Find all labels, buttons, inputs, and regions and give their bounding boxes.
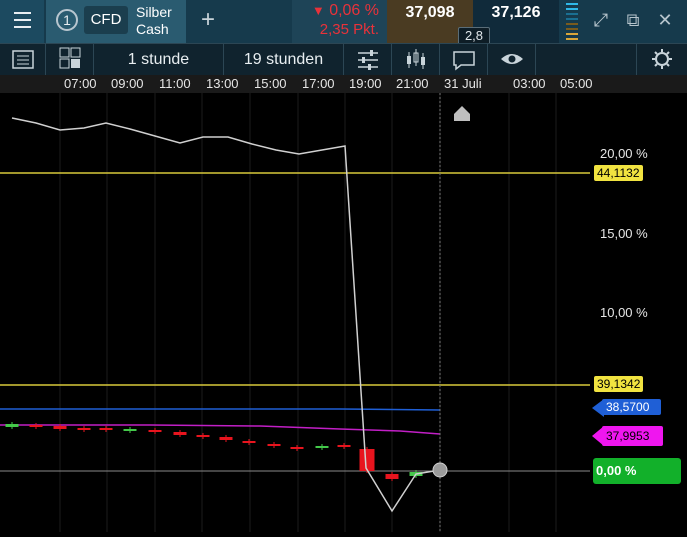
settings-sliders-button[interactable] <box>344 44 392 75</box>
hamburger-icon <box>14 12 31 33</box>
down-triangle-icon: ▼ <box>311 3 325 18</box>
y-tick-label: 20,00 % <box>600 146 648 161</box>
popout-icon[interactable]: ⧉ <box>622 10 644 31</box>
list-icon <box>12 50 34 69</box>
eye-icon <box>501 54 523 64</box>
chart-settings-button[interactable] <box>636 44 687 75</box>
x-tick-label: 03:00 <box>513 76 546 91</box>
instrument-name-sub: Cash <box>136 21 169 37</box>
market-depth-indicator <box>564 0 578 43</box>
chart-canvas[interactable] <box>0 93 687 532</box>
price-change: ▼ 0,06 % 2,35 Pkt. <box>292 0 387 43</box>
current-value-tag: 0,00 % <box>593 458 681 484</box>
time-axis: 07:00 09:00 11:00 13:00 15:00 17:00 19:00 21:00… <box>0 75 687 93</box>
change-percent: 0,06 % <box>329 2 379 19</box>
x-tick-label: 21:00 <box>396 76 429 91</box>
crosshair-marker-icon[interactable] <box>454 106 470 121</box>
magenta-line-tag: 37,9953 <box>602 426 663 446</box>
x-tick-label: 31 Juli <box>444 76 482 91</box>
plus-icon: + <box>200 6 215 33</box>
x-tick-label: 11:00 <box>159 76 191 91</box>
menu-button[interactable] <box>0 0 44 43</box>
current-point-marker[interactable] <box>432 462 448 478</box>
instrument-number-badge: 1 <box>56 9 78 31</box>
blue-tag-arrow <box>592 399 604 417</box>
blue-indicator-line <box>0 408 441 411</box>
layout-button[interactable] <box>46 44 94 75</box>
x-tick-label: 19:00 <box>349 76 382 91</box>
lower-level-tag: 39,1342 <box>594 376 644 392</box>
gear-icon <box>652 49 672 69</box>
price-chart[interactable]: 20,00 % 15,00 % 10,00 % 44,1132 39,1342 … <box>0 93 687 532</box>
instrument-type-badge: CFD <box>84 6 128 34</box>
x-tick-label: 17:00 <box>302 76 335 91</box>
list-button[interactable] <box>0 44 46 75</box>
close-icon[interactable]: ✕ <box>654 10 676 31</box>
change-points: 2,35 Pkt. <box>319 21 379 38</box>
chart-type-button[interactable] <box>392 44 440 75</box>
view-button[interactable] <box>488 44 536 75</box>
upper-level-tag: 44,1132 <box>594 165 643 181</box>
chart-toolbar: 1 stunde 19 stunden <box>0 43 687 76</box>
performance-line <box>11 117 441 513</box>
layout-grid-icon <box>59 47 81 69</box>
instrument-name: Silber <box>136 4 172 20</box>
x-tick-label: 15:00 <box>254 76 287 91</box>
candlestick-icon <box>407 49 425 69</box>
x-tick-label: 13:00 <box>206 76 239 91</box>
x-tick-label: 09:00 <box>111 76 144 91</box>
maximize-icon[interactable]: ⤢ <box>590 10 612 31</box>
comment-button[interactable] <box>440 44 488 75</box>
sliders-icon <box>358 50 378 70</box>
speech-bubble-icon <box>453 51 475 71</box>
instrument-selector[interactable]: 1 CFD Silber Cash <box>46 0 186 43</box>
y-tick-label: 15,00 % <box>600 226 648 241</box>
blue-line-tag: 38,5700 <box>602 399 661 415</box>
add-instrument-button[interactable]: + <box>186 0 230 43</box>
magenta-tag-arrow <box>592 426 604 446</box>
range-selector[interactable]: 19 stunden <box>224 44 344 75</box>
interval-selector[interactable]: 1 stunde <box>94 44 224 75</box>
x-tick-label: 07:00 <box>64 76 97 91</box>
y-tick-label: 10,00 % <box>600 305 648 320</box>
top-bar: 1 CFD Silber Cash + ▼ 0,06 % 2,35 Pkt. 3… <box>0 0 687 45</box>
x-tick-label: 05:00 <box>560 76 593 91</box>
